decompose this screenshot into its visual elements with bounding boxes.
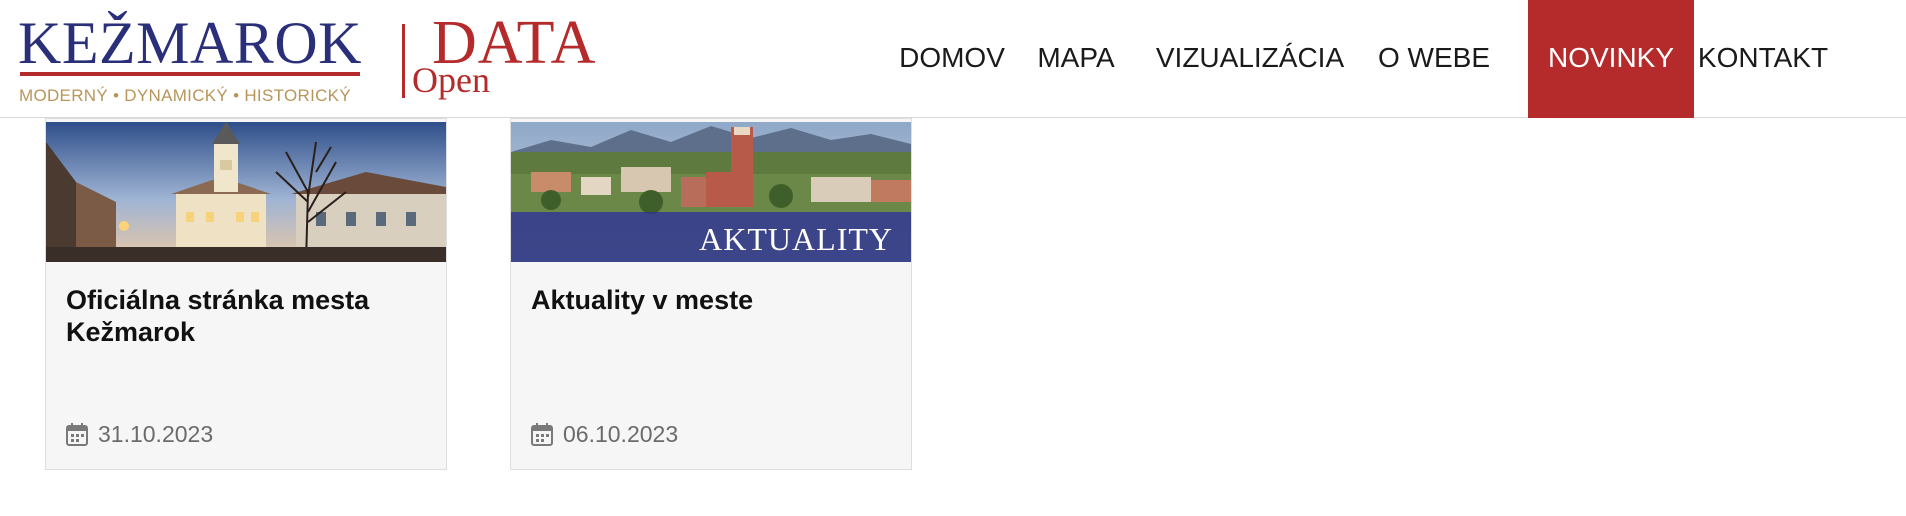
nav-item-mapa[interactable]: MAPA <box>1026 0 1126 118</box>
nav-item-o-webe[interactable]: O WEBE <box>1372 0 1496 118</box>
card-date: 06.10.2023 <box>531 419 678 449</box>
kezmarok-logo[interactable]: KEŽMAROK MODERNÝ • DYNAMICKÝ • HISTORICK… <box>18 8 363 108</box>
calendar-icon <box>531 423 553 446</box>
logo-divider <box>402 24 405 98</box>
nav-item-novinky[interactable]: NOVINKY <box>1528 0 1694 118</box>
card-date-text: 06.10.2023 <box>563 420 679 447</box>
image-caption: AKTUALITY <box>699 221 893 257</box>
logo-underline <box>20 72 360 76</box>
card-image[interactable]: AKTUALITY <box>511 122 911 262</box>
logo-tagline: MODERNÝ • DYNAMICKÝ • HISTORICKÝ <box>19 86 351 105</box>
town-square-photo <box>46 122 446 262</box>
logo-open-word: Open <box>412 60 490 100</box>
news-card[interactable]: Oficiálna stránka mesta Kežmarok 31.10.2… <box>45 118 447 470</box>
nav-item-domov[interactable]: DOMOV <box>892 0 1012 118</box>
site-header: KEŽMAROK MODERNÝ • DYNAMICKÝ • HISTORICK… <box>0 0 1906 118</box>
calendar-icon <box>66 423 88 446</box>
city-panorama-photo: AKTUALITY <box>511 122 911 262</box>
card-title[interactable]: Oficiálna stránka mesta Kežmarok <box>66 284 426 348</box>
nav-item-vizualizacia[interactable]: VIZUALIZÁCIA <box>1150 0 1350 118</box>
news-card[interactable]: AKTUALITY Aktuality v meste 06.10.2023 <box>510 118 912 470</box>
card-title[interactable]: Aktuality v meste <box>531 284 891 316</box>
card-image[interactable] <box>46 122 446 262</box>
card-date-text: 31.10.2023 <box>98 420 214 447</box>
logo-city-name: KEŽMAROK <box>18 10 362 76</box>
nav-item-kontakt[interactable]: KONTAKT <box>1694 0 1832 118</box>
card-date: 31.10.2023 <box>66 419 213 449</box>
